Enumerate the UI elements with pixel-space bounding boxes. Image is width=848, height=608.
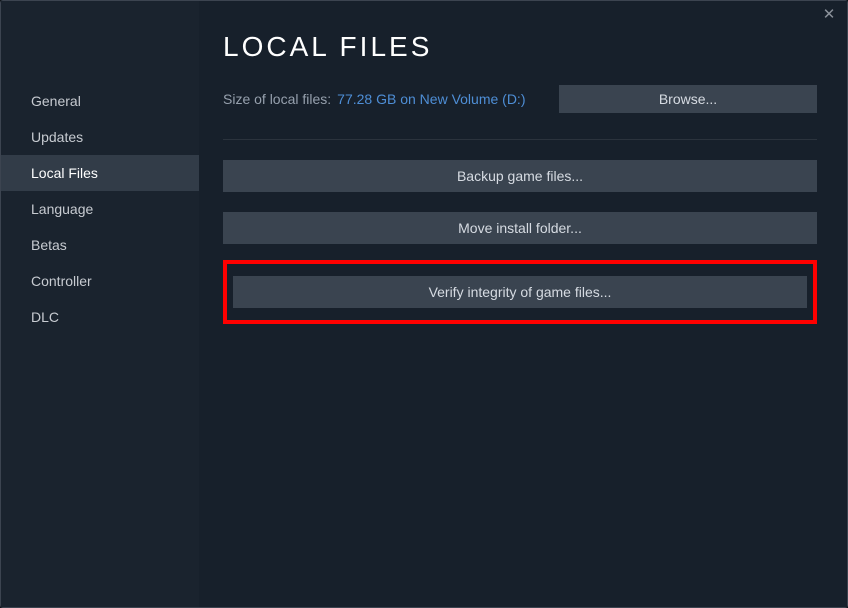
backup-button[interactable]: Backup game files... [223, 160, 817, 192]
page-title: LOCAL FILES [223, 31, 817, 63]
sidebar-item-controller[interactable]: Controller [1, 263, 199, 299]
size-link[interactable]: 77.28 GB on New Volume (D:) [337, 91, 525, 107]
sidebar-item-local-files[interactable]: Local Files [1, 155, 199, 191]
sidebar-item-label: DLC [31, 309, 59, 325]
divider [223, 139, 817, 140]
sidebar-item-betas[interactable]: Betas [1, 227, 199, 263]
sidebar-item-general[interactable]: General [1, 83, 199, 119]
sidebar-item-dlc[interactable]: DLC [1, 299, 199, 335]
close-icon[interactable]: ✕ [821, 7, 837, 23]
sidebar-item-language[interactable]: Language [1, 191, 199, 227]
verify-integrity-button[interactable]: Verify integrity of game files... [233, 276, 807, 308]
highlight-annotation: Verify integrity of game files... [223, 260, 817, 324]
size-row: Size of local files: 77.28 GB on New Vol… [223, 85, 817, 113]
sidebar-item-label: Controller [31, 273, 92, 289]
browse-button[interactable]: Browse... [559, 85, 817, 113]
size-label: Size of local files: [223, 91, 331, 107]
sidebar-item-label: General [31, 93, 81, 109]
sidebar: General Updates Local Files Language Bet… [1, 1, 199, 607]
move-folder-button[interactable]: Move install folder... [223, 212, 817, 244]
sidebar-item-label: Betas [31, 237, 67, 253]
sidebar-item-label: Local Files [31, 165, 98, 181]
properties-window: ✕ General Updates Local Files Language B… [0, 0, 848, 608]
sidebar-item-label: Language [31, 201, 93, 217]
sidebar-item-updates[interactable]: Updates [1, 119, 199, 155]
sidebar-item-label: Updates [31, 129, 83, 145]
main-panel: LOCAL FILES Size of local files: 77.28 G… [199, 1, 847, 607]
layout: General Updates Local Files Language Bet… [1, 1, 847, 607]
